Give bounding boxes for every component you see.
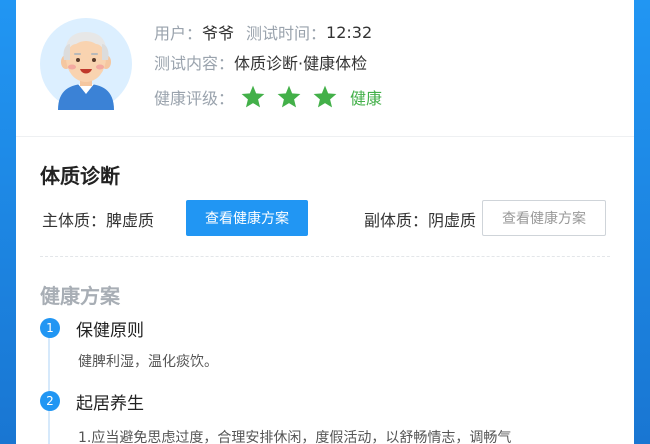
timeline-line bbox=[48, 330, 50, 444]
user-value: 爷爷 bbox=[202, 24, 235, 43]
background-left bbox=[0, 0, 16, 444]
sub-constitution-value: 阴虚质 bbox=[428, 211, 477, 230]
profile-section: 用户： 爷爷 测试时间： 12:32 测试内容： 体质诊断·健康体检 健康评级：… bbox=[16, 0, 634, 136]
user-label: 用户： bbox=[154, 24, 203, 43]
main-constitution-value: 脾虚质 bbox=[106, 211, 155, 230]
star-icon bbox=[277, 85, 301, 108]
section-divider bbox=[16, 136, 634, 137]
test-content-value: 体质诊断·健康体检 bbox=[234, 54, 368, 73]
background-right bbox=[634, 0, 650, 444]
test-time-value: 12:32 bbox=[326, 22, 373, 42]
view-sub-plan-button[interactable]: 查看健康方案 bbox=[482, 200, 606, 236]
health-rating-text: 健康 bbox=[350, 89, 383, 108]
user-info-row: 用户： 爷爷 测试时间： 12:32 bbox=[154, 20, 372, 44]
step-text: 健脾利湿，温化痰饮。 bbox=[78, 354, 218, 370]
step-text: 1.应当避免思虑过度，合理安排休闲，度假活动，以舒畅情志，调畅气 bbox=[78, 430, 512, 444]
test-content-row: 测试内容： 体质诊断·健康体检 bbox=[154, 50, 367, 74]
main-constitution-label: 主体质： bbox=[42, 211, 107, 230]
health-plan-title: 健康方案 bbox=[40, 284, 120, 308]
test-content-label: 测试内容： bbox=[154, 54, 235, 73]
health-rating-label: 健康评级： bbox=[154, 89, 235, 108]
star-icon bbox=[313, 85, 337, 108]
diagnosis-title: 体质诊断 bbox=[40, 164, 120, 188]
constitution-row: 主体质：脾虚质 查看健康方案 副体质：阴虚质 查看健康方案 bbox=[40, 200, 610, 236]
test-time-label: 测试时间： bbox=[246, 24, 327, 43]
main-constitution: 主体质：脾虚质 bbox=[42, 207, 154, 231]
health-rating-row: 健康评级： 健康 bbox=[154, 84, 382, 110]
sub-constitution: 副体质：阴虚质 bbox=[364, 207, 476, 231]
view-main-plan-button[interactable]: 查看健康方案 bbox=[186, 200, 308, 236]
step-number-badge: 2 bbox=[40, 391, 60, 411]
step-number-badge: 1 bbox=[40, 318, 60, 338]
dashed-divider bbox=[40, 256, 610, 257]
sub-constitution-label: 副体质： bbox=[364, 211, 429, 230]
step-title: 起居养生 bbox=[76, 394, 144, 414]
rating-stars bbox=[240, 84, 348, 110]
step-title: 保健原则 bbox=[76, 321, 144, 341]
star-icon bbox=[241, 85, 265, 108]
report-card: 用户： 爷爷 测试时间： 12:32 测试内容： 体质诊断·健康体检 健康评级：… bbox=[16, 0, 634, 444]
grandpa-avatar bbox=[40, 18, 132, 110]
